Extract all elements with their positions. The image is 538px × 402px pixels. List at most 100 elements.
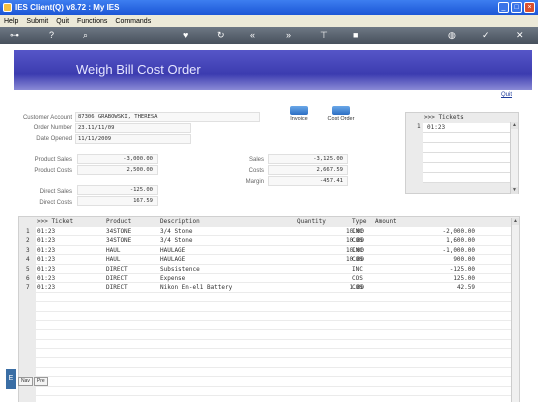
ticket-row-empty[interactable] [423,163,511,173]
app-icon [3,3,12,12]
menu-submit[interactable]: Submit [22,18,52,25]
refresh-icon[interactable]: ↻ [217,30,225,41]
table-row[interactable]: 3 01:23 HAUL HAULAGE 10.00 INC -1,000.00 [26,245,511,256]
key-icon[interactable]: ⊶ [10,30,19,41]
cell-amount: 125.00 [453,274,475,282]
column-description[interactable]: Description [160,218,200,225]
cell-product: HAUL [106,256,121,264]
row-number: 7 [26,284,30,292]
maximize-button[interactable]: □ [511,2,522,13]
table-row[interactable]: 5 01:23 DIRECT Subsistence INC -125.00 [26,264,511,274]
direct-costs-label: Direct Costs [39,200,72,206]
table-row[interactable]: 6 01:23 DIRECT Expense COS 125.00 [26,273,511,284]
page-title: Weigh Bill Cost Order [76,62,201,77]
tickets-scrollbar[interactable]: ▲ ▼ [510,122,518,194]
menu-help[interactable]: Help [0,18,22,25]
ticket-row-empty[interactable] [423,143,511,153]
minimize-button[interactable]: _ [498,2,509,13]
globe-icon[interactable]: ◍ [448,30,456,41]
column-product[interactable]: Product [106,218,131,225]
costs-field[interactable]: 2,667.59 [268,165,348,175]
table-row[interactable]: 4 01:23 HAUL HAULAGE 10.00 COS 900.00 [26,255,511,265]
row-number: 3 [26,246,30,254]
tickets-panel: >>> Tickets 1 01:23 ▲ ▼ [405,112,519,194]
tab-pre[interactable]: Pre [33,377,48,386]
empty-row[interactable] [36,302,511,312]
row-number: 2 [26,237,30,245]
date-opened-field[interactable]: 11/11/2009 [75,134,191,144]
product-costs-field[interactable]: 2,500.00 [77,165,158,175]
cell-ticket: 01:23 [37,265,56,273]
column-amount[interactable]: Amount [375,218,397,225]
empty-row[interactable] [36,377,511,387]
header-band: Weigh Bill Cost Order [14,50,532,90]
product-costs-label: Product Costs [34,168,72,174]
row-number: 4 [26,256,30,264]
cell-type: COS [352,274,363,282]
invoice-icon [290,106,308,115]
column-type[interactable]: Type [352,218,366,225]
ticket-row-empty[interactable] [423,173,511,183]
quit-link[interactable]: Quit [501,92,512,98]
fast-forward-icon[interactable]: » [286,30,291,41]
tab-nav[interactable]: Nav [18,377,33,386]
table-row[interactable]: 7 01:23 DIRECT Nikon En-el1 Battery 1.00 COS 4… [26,283,511,293]
close-icon[interactable]: ✕ [516,30,524,41]
bottom-tabs: Nav Pre [18,377,48,386]
customer-account-field[interactable]: 87306 GRABOWSKI, THERESA [75,112,260,122]
direct-sales-field[interactable]: -125.00 [77,185,158,195]
ticket-row-empty[interactable] [423,133,511,143]
empty-row[interactable] [36,386,511,397]
product-sales-field[interactable]: -3,000.00 [77,154,158,164]
cell-ticket: 01:23 [37,274,56,282]
scroll-up-icon[interactable]: ▲ [512,218,519,225]
empty-row[interactable] [36,311,511,321]
cell-description: 3/4 Stone [160,237,193,245]
ticket-row-empty[interactable] [423,153,511,163]
ticket-row[interactable]: 01:23 [423,123,511,133]
margin-field[interactable]: -457.41 [268,176,348,186]
table-row[interactable]: 2 01:23 34STONE 3/4 Stone 10.00 COS 1,600.00 [26,236,511,246]
direct-costs-field[interactable]: 167.59 [77,196,158,206]
check-icon[interactable]: ✓ [482,30,490,41]
cost-order-icon [332,106,350,115]
grid-scrollbar[interactable]: ▲ ▼ [511,218,519,402]
empty-row[interactable] [36,358,511,368]
empty-row[interactable] [36,396,511,402]
toolbar: ⊶ ? ⌕ ♥ ↻ « » ⊤ ■ ◍ ✓ ✕ [0,27,538,44]
pin-icon[interactable]: ⊤ [320,30,328,41]
empty-row[interactable] [36,292,511,303]
side-tab[interactable]: E [6,369,16,389]
stop-icon[interactable]: ■ [353,30,358,41]
empty-row[interactable] [36,330,511,340]
cell-amount: -2,000.00 [442,228,475,235]
help-icon[interactable]: ? [49,30,54,41]
menu-quit[interactable]: Quit [52,18,73,25]
cell-description: Expense [160,274,186,282]
column-quantity[interactable]: Quantity [297,218,326,225]
grid-rows: 1 01:23 34STONE 3/4 Stone 10.00 INC -2,000.00 2… [26,227,511,402]
invoice-button[interactable]: Invoice [281,106,317,122]
column-ticket[interactable]: >>> Ticket [37,218,73,225]
rewind-icon[interactable]: « [250,30,255,41]
sales-field[interactable]: -3,125.00 [268,154,348,164]
order-number-field[interactable]: 23.11/11/09 [75,123,191,133]
empty-row[interactable] [36,367,511,378]
close-window-button[interactable]: × [524,2,535,13]
menu-functions[interactable]: Functions [73,18,111,25]
empty-row[interactable] [36,320,511,331]
cell-product: DIRECT [106,274,128,282]
empty-row[interactable] [36,349,511,359]
scroll-up-icon[interactable]: ▲ [511,122,518,129]
cost-order-button[interactable]: Cost Order [323,106,359,122]
cell-ticket: 01:23 [37,246,56,254]
empty-row[interactable] [36,339,511,350]
search-icon[interactable]: ⌕ [83,30,88,41]
heart-icon[interactable]: ♥ [183,30,188,41]
cell-type: INC [352,265,363,273]
table-row[interactable]: 1 01:23 34STONE 3/4 Stone 10.00 INC -2,000.00 [26,227,511,237]
cell-amount: 900.00 [453,256,475,264]
scroll-down-icon[interactable]: ▼ [511,187,518,194]
menu-commands[interactable]: Commands [111,18,155,25]
cell-ticket: 01:23 [37,237,56,245]
